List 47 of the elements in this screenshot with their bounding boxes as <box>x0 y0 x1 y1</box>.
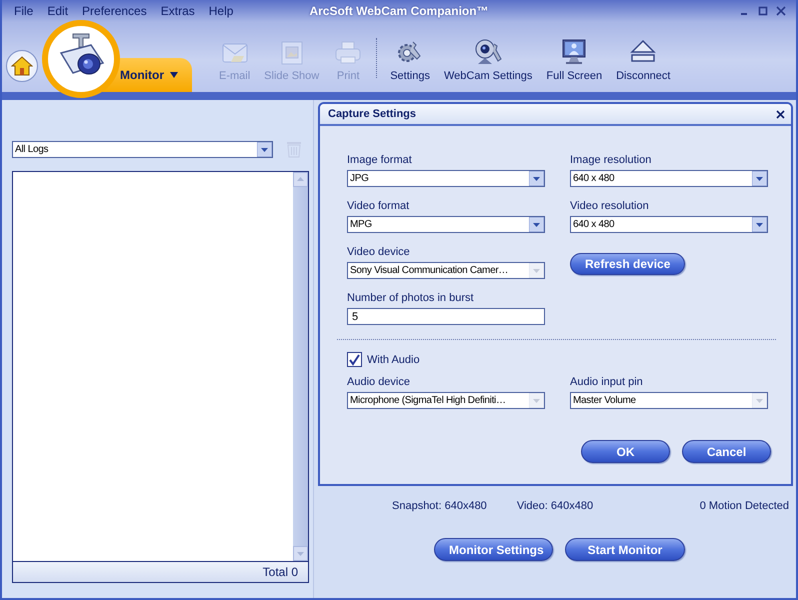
dialog-button[interactable]: OK <box>581 440 670 463</box>
toolbar-button[interactable]: Disconnect <box>611 38 676 82</box>
caret-icon[interactable] <box>529 217 544 232</box>
action-button[interactable]: Monitor Settings <box>434 538 553 561</box>
action-button[interactable]: Start Monitor <box>565 538 685 561</box>
caret-icon[interactable] <box>752 171 767 186</box>
dropdown[interactable]: MPG <box>347 216 545 233</box>
dropdown[interactable]: 640 x 480 <box>570 216 768 233</box>
field-label: Video resolution <box>570 200 650 212</box>
toolbar-button[interactable]: Full Screen <box>541 38 608 82</box>
caret-icon[interactable] <box>752 217 767 232</box>
video-size: Video: 640x480 <box>516 500 594 512</box>
field-label: Number of photos in burst <box>347 292 475 304</box>
printer-icon <box>333 40 364 66</box>
house-icon <box>11 56 33 76</box>
total-count: Total 0 <box>262 565 298 579</box>
dropdown[interactable]: All Logs <box>12 140 273 158</box>
field-label: Video device <box>347 246 411 258</box>
field-label: Image resolution <box>570 154 652 166</box>
number-field[interactable]: 5 <box>347 308 545 325</box>
menu-item[interactable]: Edit <box>47 4 68 18</box>
motion-count: 0 Motion Detected <box>700 500 789 512</box>
checkbox[interactable] <box>347 352 362 367</box>
refresh-button[interactable]: Refresh device <box>570 252 686 274</box>
menu-item[interactable]: File <box>14 4 34 18</box>
dropdown[interactable]: 640 x 480 <box>570 170 768 187</box>
close-icon[interactable] <box>776 110 785 118</box>
dropdown[interactable]: JPG <box>347 170 545 187</box>
field-label: Video format <box>347 200 410 212</box>
caret-icon[interactable] <box>529 171 544 186</box>
toolbar-button[interactable]: Settings <box>385 38 435 82</box>
caret-icon[interactable] <box>257 142 272 156</box>
menu-item[interactable]: Help <box>208 4 234 18</box>
dialog-title: Capture Settings <box>328 108 416 120</box>
snapshot-size: Snapshot: 640x480 <box>392 500 487 512</box>
window-title: ArcSoft WebCam Companion™ <box>309 4 489 18</box>
field-label: Audio input pin <box>570 376 644 388</box>
dialog-button[interactable]: Cancel <box>682 440 771 463</box>
home-button[interactable] <box>6 50 38 82</box>
menu-item[interactable]: Extras <box>160 4 195 18</box>
toolbar-button[interactable]: WebCam Settings <box>438 38 538 82</box>
caret-icon <box>170 72 178 78</box>
maximize-icon[interactable] <box>758 6 768 16</box>
field-label: Image format <box>347 154 413 166</box>
field-label: Audio device <box>347 376 411 388</box>
menu-item[interactable]: Preferences <box>82 4 147 18</box>
checkbox-label: With Audio <box>367 354 420 366</box>
